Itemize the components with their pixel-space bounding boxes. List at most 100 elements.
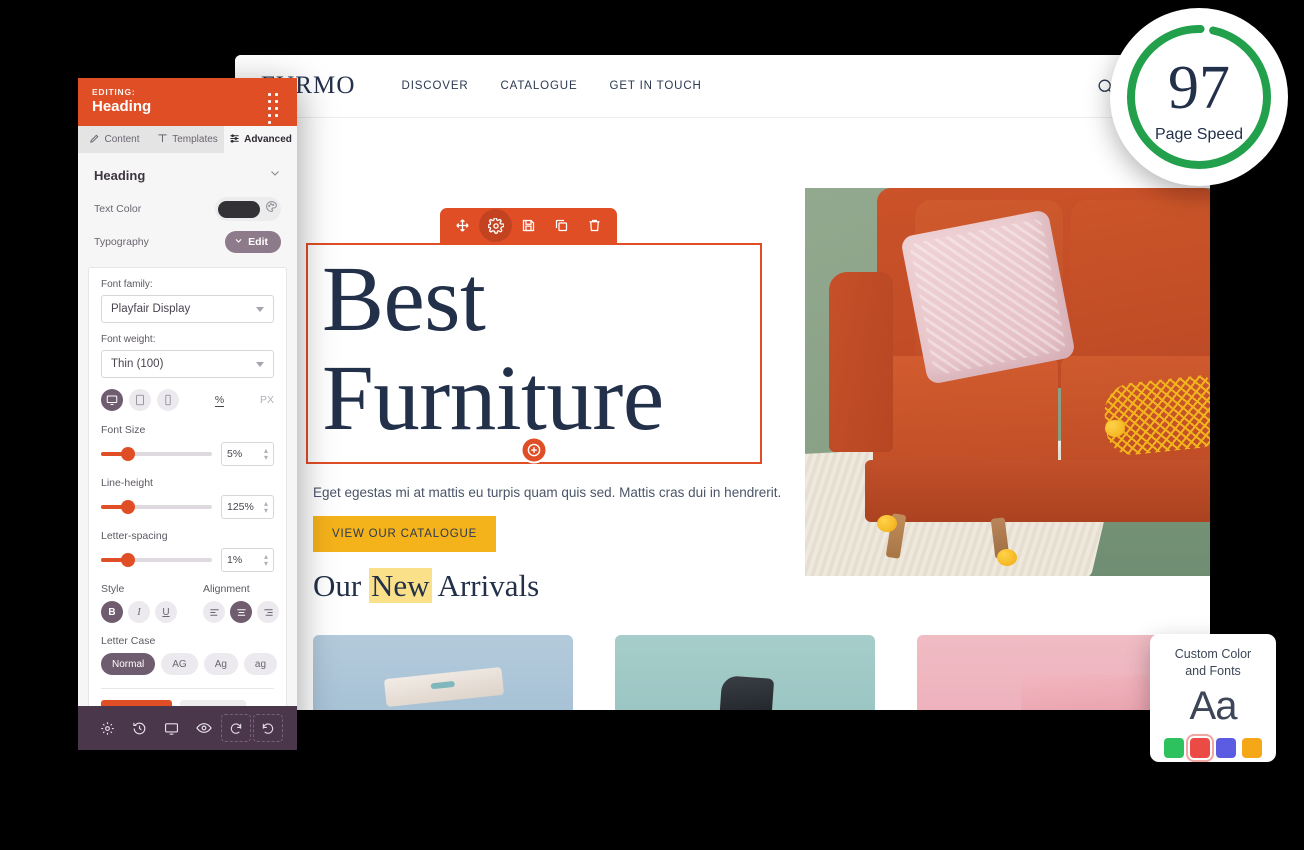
chevron-down-icon[interactable] — [269, 166, 281, 184]
gear-icon[interactable] — [479, 209, 512, 242]
tab-content[interactable]: Content — [78, 126, 151, 153]
color-swatch-red[interactable] — [1186, 733, 1214, 762]
font-weight-value: Thin (100) — [111, 358, 164, 370]
product-card-2[interactable] — [615, 635, 875, 710]
align-left-icon[interactable] — [203, 601, 225, 623]
plus-circle-icon[interactable] — [520, 436, 548, 464]
site-nav: DISCOVER CATALOGUE GET IN TOUCH — [402, 80, 702, 92]
eye-icon[interactable] — [189, 713, 219, 743]
letter-spacing-slider-row: 1% ▴ ▾ — [101, 548, 274, 572]
grid-dots-icon[interactable] — [266, 91, 285, 126]
letter-case-normal[interactable]: Normal — [101, 653, 156, 675]
view-catalogue-button[interactable]: VIEW OUR CATALOGUE — [313, 516, 497, 552]
heading-edit-box[interactable]: Best Furniture — [306, 243, 762, 465]
screenshot-stage: FURMO DISCOVER CATALOGUE GET IN TOUCH Be… — [0, 0, 1304, 850]
save-icon[interactable] — [512, 209, 545, 242]
typography-edit-label: Edit — [248, 236, 268, 248]
gear-icon[interactable] — [92, 713, 122, 743]
site-header: FURMO DISCOVER CATALOGUE GET IN TOUCH — [235, 55, 1210, 118]
letter-spacing-label: Letter-spacing — [101, 530, 168, 542]
hero-heading-line1: Best — [322, 248, 486, 351]
trash-icon[interactable] — [578, 209, 611, 242]
unit-percent[interactable]: % — [214, 394, 225, 407]
editor-panel: EDITING: Heading Content Templates Advan… — [78, 78, 297, 750]
font-family-label: Font family: — [101, 279, 153, 290]
hero-heading-line2: Furniture — [322, 346, 664, 450]
font-weight-select[interactable]: Thin (100) — [101, 350, 274, 378]
duplicate-icon[interactable] — [545, 209, 578, 242]
line-height-input[interactable]: 125% ▴ ▾ — [221, 495, 274, 519]
hero-section: Best Furniture Eget egestas mi at mattis… — [235, 118, 1210, 576]
move-icon[interactable] — [446, 209, 479, 242]
undo-icon[interactable] — [220, 714, 251, 742]
letter-spacing-slider[interactable] — [101, 553, 212, 567]
nav-item-catalogue[interactable]: CATALOGUE — [501, 80, 578, 92]
font-family-select[interactable]: Playfair Display — [101, 295, 274, 323]
font-sample: Aa — [1189, 683, 1238, 728]
font-size-slider-row: 5% ▴ ▾ — [101, 442, 274, 466]
product-card-1[interactable] — [313, 635, 573, 710]
font-size-label: Font Size — [101, 424, 146, 436]
line-height-slider-row: 125% ▴ ▾ — [101, 495, 274, 519]
nav-item-get-in-touch[interactable]: GET IN TOUCH — [610, 80, 702, 92]
color-swatch-green[interactable] — [1164, 737, 1184, 758]
style-italic-button[interactable]: I — [128, 601, 150, 623]
letter-case-capitalize[interactable]: Ag — [203, 653, 238, 675]
letter-case-uppercase[interactable]: AG — [161, 653, 198, 675]
redo-icon[interactable] — [252, 714, 283, 742]
stepper-icon[interactable]: ▴ ▾ — [264, 553, 268, 568]
form-divider — [101, 688, 274, 689]
mobile-icon[interactable] — [157, 389, 179, 411]
font-size-input[interactable]: 5% ▴ ▾ — [221, 442, 274, 466]
desktop-icon[interactable] — [156, 713, 186, 743]
typography-card: Font family: Playfair Display Font weigh… — [88, 267, 287, 706]
letter-spacing-input[interactable]: 1% ▴ ▾ — [221, 548, 274, 572]
chevron-down-icon — [234, 236, 243, 248]
text-color-control[interactable] — [215, 197, 281, 221]
color-swatch-orange[interactable] — [1242, 737, 1262, 758]
tablet-icon[interactable] — [129, 389, 151, 411]
stepper-icon[interactable]: ▴ ▾ — [264, 500, 268, 515]
tab-templates[interactable]: Templates — [151, 126, 224, 153]
selected-element-heading[interactable]: Best Furniture — [306, 208, 762, 465]
page-speed-badge: 97 Page Speed — [1110, 8, 1288, 186]
tab-templates-label: Templates — [172, 134, 218, 145]
align-center-icon[interactable] — [230, 601, 252, 623]
style-group: Style B I U — [101, 583, 177, 623]
font-family-value: Playfair Display — [111, 303, 191, 315]
website-preview-canvas: FURMO DISCOVER CATALOGUE GET IN TOUCH Be… — [235, 55, 1210, 710]
color-swatch-list — [1164, 733, 1262, 762]
align-right-icon[interactable] — [257, 601, 279, 623]
line-height-value: 125% — [227, 501, 254, 513]
apply-button[interactable]: Apply — [101, 700, 172, 706]
stepper-icon[interactable]: ▴ ▾ — [264, 447, 268, 462]
palette-icon[interactable] — [265, 200, 278, 218]
style-bold-button[interactable]: B — [101, 601, 123, 623]
history-icon[interactable] — [124, 713, 154, 743]
product-card-list — [313, 635, 1177, 710]
font-size-slider[interactable] — [101, 447, 212, 461]
page-speed-ring — [1127, 25, 1271, 169]
product-card-3[interactable] — [917, 635, 1177, 710]
letter-case-label: Letter Case — [101, 635, 156, 647]
nav-item-discover[interactable]: DISCOVER — [402, 80, 469, 92]
tab-content-label: Content — [104, 134, 140, 145]
template-icon — [157, 133, 168, 147]
typography-label: Typography — [94, 236, 149, 248]
style-underline-button[interactable]: U — [155, 601, 177, 623]
typography-row: Typography Edit — [78, 226, 297, 258]
typography-edit-button[interactable]: Edit — [225, 231, 281, 253]
editor-panel-tabs: Content Templates Advanced — [78, 126, 297, 153]
arrivals-title: Our New Arrivals — [313, 568, 539, 604]
line-height-slider[interactable] — [101, 500, 212, 514]
hero-subtext: Eget egestas mi at mattis eu turpis quam… — [313, 485, 782, 500]
desktop-icon[interactable] — [101, 389, 123, 411]
unit-px[interactable]: PX — [260, 394, 274, 406]
tab-advanced[interactable]: Advanced — [224, 126, 297, 153]
heading-section-row[interactable]: Heading — [78, 153, 297, 192]
letter-case-lowercase[interactable]: ag — [243, 653, 278, 675]
color-swatch-blue[interactable] — [1216, 737, 1236, 758]
tab-advanced-label: Advanced — [244, 134, 292, 145]
cancel-button[interactable]: Cancel — [179, 700, 246, 706]
text-color-swatch[interactable] — [218, 200, 260, 218]
